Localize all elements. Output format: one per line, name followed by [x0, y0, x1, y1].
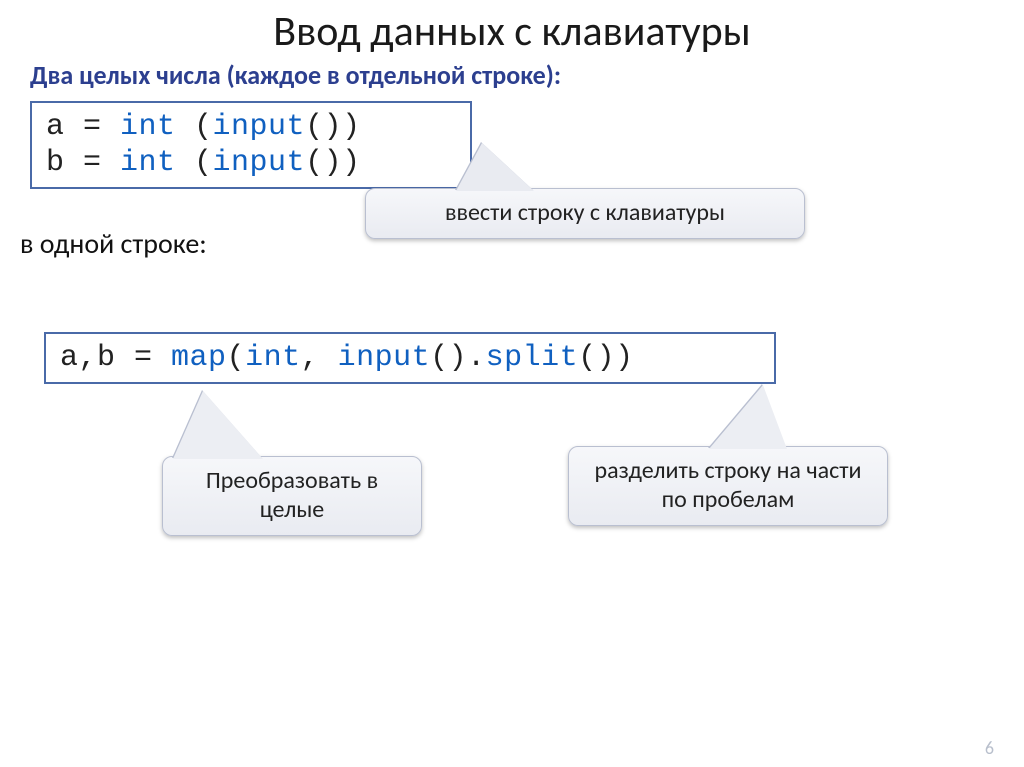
- code-text: b =: [46, 146, 120, 180]
- keyword-int: int: [120, 146, 176, 180]
- callout-convert-to-int: Преобразовать в целые: [162, 456, 422, 536]
- callout-text: разделить строку на части по пробелам: [594, 456, 861, 514]
- code-text: ()): [305, 110, 361, 144]
- callout-text: ввести строку с клавиатуры: [445, 198, 725, 227]
- code-text: ,: [301, 341, 338, 375]
- page-number: 6: [985, 737, 994, 759]
- code-text: ()): [305, 146, 361, 180]
- keyword-input: input: [213, 110, 306, 144]
- keyword-split: split: [486, 341, 579, 375]
- code-box-2: a,b = map(int, input().split()): [44, 332, 776, 384]
- code-text: (: [227, 341, 246, 375]
- keyword-map: map: [171, 341, 227, 375]
- callout-split-by-spaces: разделить строку на части по пробелам: [568, 446, 888, 526]
- keyword-input: input: [338, 341, 431, 375]
- callout-tail: [456, 143, 534, 191]
- code-box-1: a = int (input()) b = int (input()): [30, 101, 472, 189]
- keyword-input: input: [213, 146, 306, 180]
- code-text: a,b =: [60, 341, 171, 375]
- callout-tail: [709, 385, 787, 449]
- code-text: (: [176, 146, 213, 180]
- code-line-1: a = int (input()): [46, 109, 456, 145]
- code-line-2: b = int (input()): [46, 145, 456, 181]
- keyword-int: int: [245, 341, 301, 375]
- slide-subtitle: Два целых числа (каждое в отдельной стро…: [30, 59, 1024, 91]
- code-text: ().: [430, 341, 486, 375]
- body-text: в одной строке:: [20, 226, 207, 261]
- callout-text: Преобразовать в целые: [206, 466, 378, 524]
- slide-title: Ввод данных с клавиатуры: [0, 6, 1024, 57]
- code-text: ()): [578, 341, 634, 375]
- keyword-int: int: [120, 110, 176, 144]
- code-text: (: [176, 110, 213, 144]
- callout-input-from-keyboard: ввести строку с клавиатуры: [365, 188, 805, 239]
- code-text: a =: [46, 110, 120, 144]
- callout-tail: [173, 391, 263, 459]
